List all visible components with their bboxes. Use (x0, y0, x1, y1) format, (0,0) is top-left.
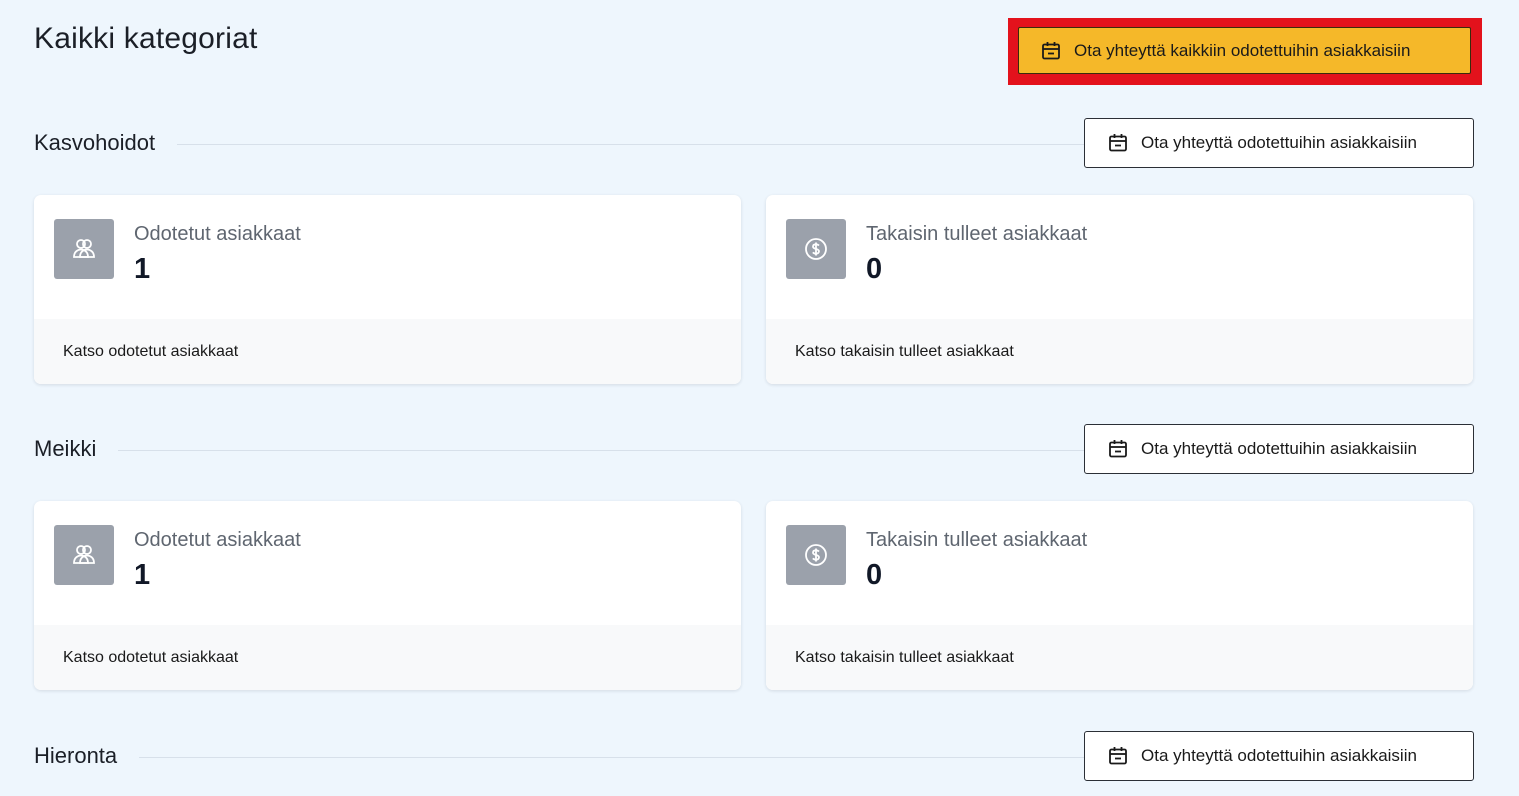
calendar-icon (1040, 40, 1062, 62)
section-meikki: Meikki Ota yhteyttä odotettuihin asiakka… (34, 424, 1474, 690)
calendar-icon (1107, 438, 1129, 460)
contact-button-label: Ota yhteyttä odotettuihin asiakkaisiin (1141, 746, 1417, 765)
card-value: 0 (866, 253, 883, 285)
section-title: Hieronta (34, 743, 140, 769)
section-kasvohoidot: Kasvohoidot Ota yhteyttä odotettuihin as… (34, 118, 1474, 384)
stat-card-returned: Takaisin tulleet asiakkaat 0 Katso takai… (766, 195, 1473, 384)
contact-waiting-customers-button[interactable]: Ota yhteyttä odotettuihin asiakkaisiin (1084, 424, 1474, 474)
section-hieronta: Hieronta Ota yhteyttä odotettuihin asiak… (34, 731, 1474, 783)
calendar-icon (1107, 132, 1129, 154)
view-waiting-customers-link[interactable]: Katso odotetut asiakkaat (63, 649, 238, 667)
contact-all-waiting-customers-button[interactable]: Ota yhteyttä kaikkiin odotettuihin asiak… (1018, 27, 1471, 74)
users-icon (54, 525, 114, 585)
view-returned-customers-link[interactable]: Katso takaisin tulleet asiakkaat (795, 343, 1014, 361)
contact-button-label: Ota yhteyttä odotettuihin asiakkaisiin (1141, 439, 1417, 458)
view-returned-customers-link[interactable]: Katso takaisin tulleet asiakkaat (795, 649, 1014, 667)
stat-card-waiting: Odotetut asiakkaat 1 Katso odotetut asia… (34, 195, 741, 384)
card-value: 1 (134, 559, 151, 591)
card-label: Odotetut asiakkaat (134, 529, 301, 551)
card-label: Odotetut asiakkaat (134, 223, 301, 245)
section-divider (34, 144, 1094, 145)
card-label: Takaisin tulleet asiakkaat (866, 223, 1088, 245)
calendar-icon (1107, 745, 1129, 767)
card-value: 0 (866, 559, 883, 591)
card-footer: Katso takaisin tulleet asiakkaat (766, 625, 1473, 690)
dollar-icon (786, 525, 846, 585)
stat-card-waiting: Odotetut asiakkaat 1 Katso odotetut asia… (34, 501, 741, 690)
section-title: Meikki (34, 436, 119, 462)
card-label: Takaisin tulleet asiakkaat (866, 529, 1088, 551)
dollar-icon (786, 219, 846, 279)
page-title: Kaikki kategoriat (34, 22, 258, 55)
section-divider (34, 450, 1094, 451)
contact-button-label: Ota yhteyttä odotettuihin asiakkaisiin (1141, 133, 1417, 152)
section-divider (34, 757, 1094, 758)
stat-card-returned: Takaisin tulleet asiakkaat 0 Katso takai… (766, 501, 1473, 690)
card-value: 1 (134, 253, 151, 285)
card-footer: Katso odotetut asiakkaat (34, 319, 741, 384)
users-icon (54, 219, 114, 279)
view-waiting-customers-link[interactable]: Katso odotetut asiakkaat (63, 343, 238, 361)
highlight-frame: Ota yhteyttä kaikkiin odotettuihin asiak… (1008, 18, 1482, 85)
contact-waiting-customers-button[interactable]: Ota yhteyttä odotettuihin asiakkaisiin (1084, 731, 1474, 781)
card-footer: Katso takaisin tulleet asiakkaat (766, 319, 1473, 384)
contact-waiting-customers-button[interactable]: Ota yhteyttä odotettuihin asiakkaisiin (1084, 118, 1474, 168)
contact-all-label: Ota yhteyttä kaikkiin odotettuihin asiak… (1074, 40, 1411, 60)
card-footer: Katso odotetut asiakkaat (34, 625, 741, 690)
section-title: Kasvohoidot (34, 130, 178, 156)
